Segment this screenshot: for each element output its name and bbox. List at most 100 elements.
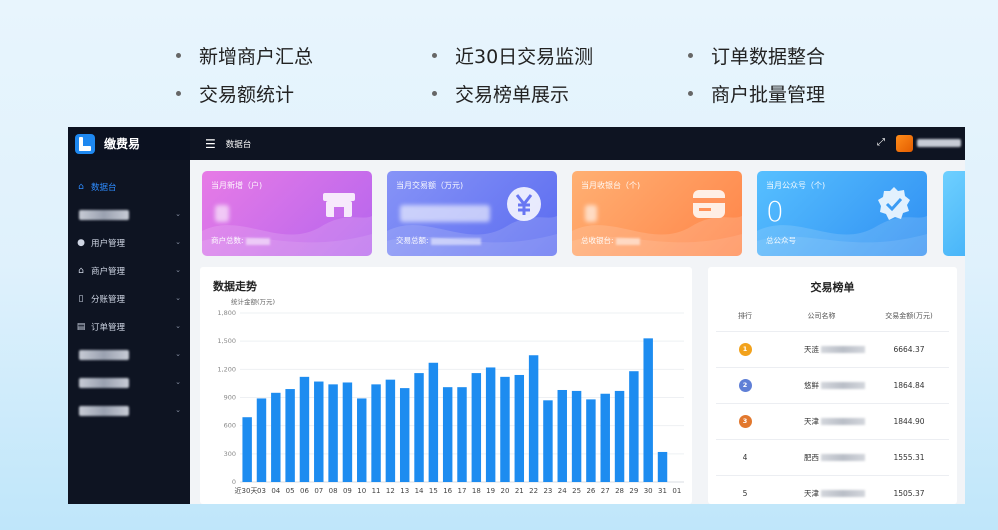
x-tick-label: 21 (515, 487, 524, 495)
y-tick-label: 1,500 (217, 337, 236, 345)
bar[interactable] (385, 379, 396, 482)
bar[interactable] (271, 392, 281, 482)
sidebar-item-dashboard[interactable]: ⌂ 数据台 (68, 173, 190, 201)
avatar[interactable] (896, 135, 913, 152)
bar[interactable] (600, 393, 610, 482)
redacted-value (400, 205, 490, 222)
fullscreen-icon[interactable]: ⤢ (877, 137, 885, 148)
feature-item: 交易榜单展示 (426, 80, 682, 106)
bar[interactable] (256, 398, 267, 482)
feature-item: 订单数据整合 (682, 42, 882, 68)
bar[interactable] (442, 387, 453, 482)
home-icon: ⌂ (78, 182, 84, 192)
bar[interactable] (285, 389, 295, 482)
chevron-down-icon: ⌄ (175, 350, 181, 358)
bar[interactable] (557, 389, 567, 482)
x-tick-label: 15 (429, 487, 438, 495)
feature-item: 近30日交易监测 (426, 42, 682, 68)
redacted-name (821, 346, 865, 353)
bar[interactable] (428, 362, 439, 482)
bar[interactable] (342, 382, 353, 482)
stat-card-new-merchants: 当月新增（户) 商户总数: (202, 171, 372, 256)
bar[interactable] (371, 384, 381, 482)
bar[interactable] (457, 387, 467, 482)
x-tick-label: 29 (629, 487, 638, 495)
bar[interactable] (643, 338, 653, 482)
bar[interactable] (514, 374, 525, 482)
card-subtitle: 交易总额: (396, 235, 481, 246)
bar[interactable] (399, 388, 410, 482)
redacted-label (79, 350, 129, 360)
redacted-label (79, 406, 129, 416)
column-header: 交易金额(万元) (869, 301, 949, 332)
ranking-table: 排行 公司名称 交易金额(万元) 1 天涟 6664.37 2 悠鲜 1864.… (716, 301, 949, 504)
sidebar-item-redacted[interactable]: ⌄ (68, 397, 190, 425)
x-tick-label: 03 (257, 487, 266, 495)
x-tick-label: 20 (501, 487, 510, 495)
x-tick-label: 17 (458, 487, 467, 495)
sidebar-item-split[interactable]: ▯ 分账管理 ⌄ (68, 285, 190, 313)
x-tick-label: 28 (615, 487, 624, 495)
yen-icon (507, 187, 541, 221)
x-tick-label: 26 (586, 487, 595, 495)
bar[interactable] (543, 400, 553, 482)
menu-toggle-icon[interactable]: ☰ (205, 137, 216, 151)
sidebar-item-redacted[interactable]: ⌄ (68, 341, 190, 369)
x-tick-label: 16 (443, 487, 452, 495)
bullet-icon (432, 52, 437, 58)
card-subtitle: 总收银台: (581, 235, 640, 246)
feature-list: 新增商户汇总 近30日交易监测 订单数据整合 交易额统计 交易榜单展示 商户批量… (170, 42, 870, 106)
bar[interactable] (357, 398, 367, 482)
x-tick-label: 30 (644, 487, 653, 495)
app-logo[interactable]: 缴费易 (68, 127, 190, 160)
card-title: 当月新增（户) (211, 181, 263, 190)
bar[interactable] (414, 373, 424, 482)
bar[interactable] (471, 373, 482, 482)
stat-card-cashiers: 当月收银台（个) 总收银台: (572, 171, 742, 256)
table-row[interactable]: 2 悠鲜 1864.84 (716, 367, 949, 404)
card-title: 当月交易额（万元) (396, 181, 464, 190)
table-row[interactable]: 1 天涟 6664.37 (716, 331, 949, 368)
bar[interactable] (571, 390, 582, 482)
stat-card-official-accounts: 当月公众号（个) 0 总公众号 (757, 171, 927, 256)
sidebar-item-merchants[interactable]: ⌂ 商户管理 ⌄ (68, 257, 190, 285)
table-row[interactable]: 3 天津 1844.90 (716, 403, 949, 440)
trend-panel: 数据走势 统计金额(万元) 0 300 600 900 1,200 1,500 1,800 近… (200, 267, 692, 504)
table-row[interactable]: 4 肥西 1555.31 (716, 439, 949, 476)
x-tick-label: 近30天 (235, 486, 258, 495)
bar[interactable] (528, 355, 539, 482)
x-tick-label: 27 (601, 487, 610, 495)
sidebar-item-redacted[interactable]: ⌄ (68, 369, 190, 397)
bullet-icon (176, 90, 181, 96)
sidebar-item-redacted[interactable]: ⌄ (68, 201, 190, 229)
chevron-down-icon: ⌄ (175, 210, 181, 218)
y-tick-label: 300 (224, 450, 236, 458)
sidebar-item-orders[interactable]: ▤ 订单管理 ⌄ (68, 313, 190, 341)
bar[interactable] (629, 371, 639, 482)
x-tick-label: 25 (572, 487, 581, 495)
bar[interactable] (314, 381, 324, 482)
x-tick-label: 09 (343, 487, 352, 495)
bar[interactable] (299, 376, 310, 482)
card-title: 当月公众号（个) (766, 181, 826, 190)
bar[interactable] (485, 367, 496, 482)
redacted-name (821, 454, 865, 461)
bar[interactable] (328, 384, 338, 482)
logo-icon (75, 133, 95, 154)
x-tick-label: 05 (286, 487, 295, 495)
sidebar-item-users[interactable]: ● 用户管理 ⌄ (68, 229, 190, 257)
bar[interactable] (614, 390, 625, 482)
table-row[interactable]: 5 天津 1505.37 (716, 475, 949, 504)
bar[interactable] (500, 376, 510, 482)
x-tick-label: 24 (558, 487, 567, 495)
x-tick-label: 31 (658, 487, 667, 495)
feature-item: 交易额统计 (170, 80, 426, 106)
user-icon: ● (77, 238, 85, 248)
bar[interactable] (657, 451, 668, 482)
silver-medal-icon: 2 (738, 378, 752, 392)
bar[interactable] (242, 417, 252, 482)
bar[interactable] (586, 399, 596, 482)
redacted-label (79, 378, 129, 388)
trend-chart: 0 300 600 900 1,200 1,500 1,800 近30天 03 04 05 06 07 0… (217, 309, 684, 495)
user-name-redacted[interactable] (917, 139, 961, 147)
